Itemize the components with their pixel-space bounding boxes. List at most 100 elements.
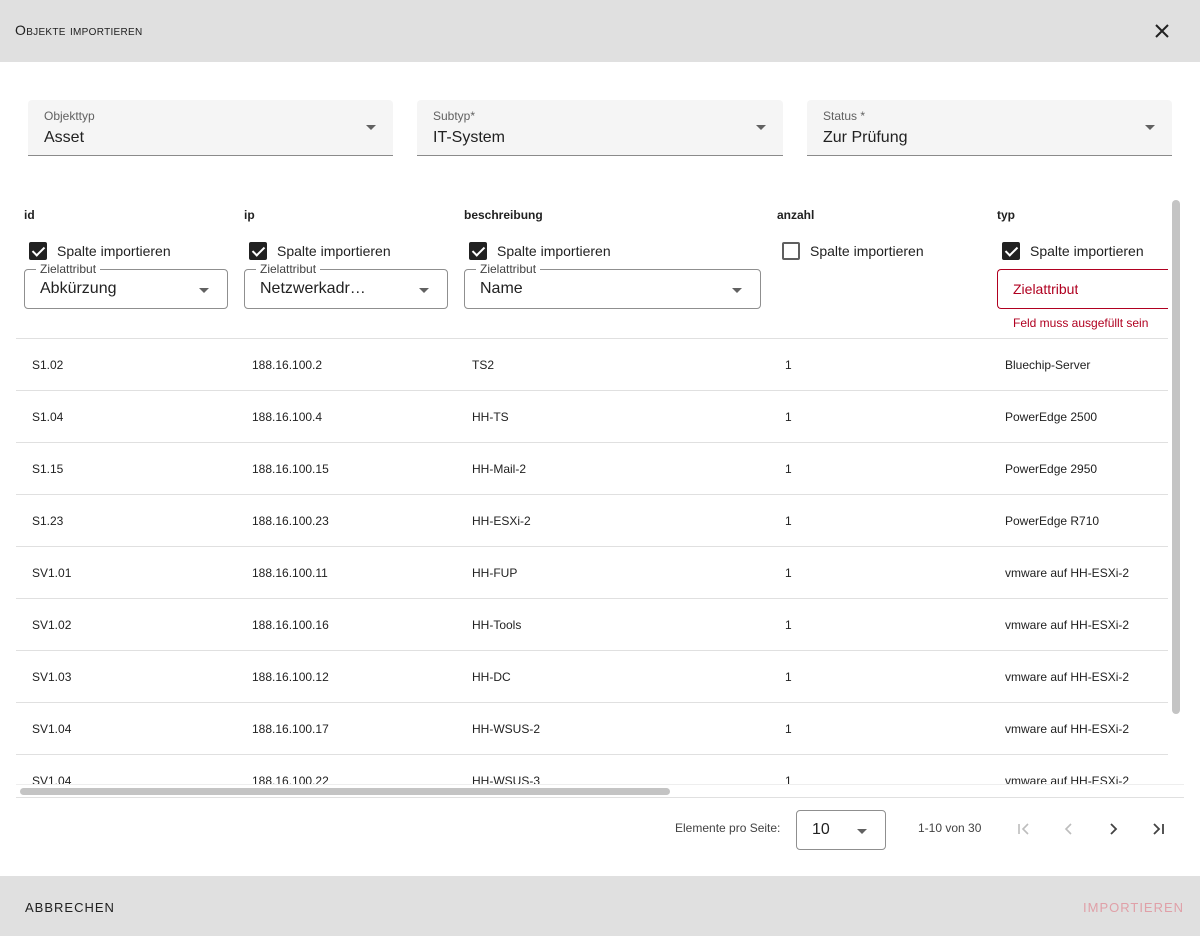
checkbox-checked-icon[interactable] [29,242,47,260]
cell-id: S1.15 [32,462,64,476]
page-range-label: 1-10 von 30 [918,821,982,835]
checkbox-label: Spalte importieren [497,243,611,259]
import-button[interactable]: IMPORTIEREN [1083,900,1184,915]
last-page-icon[interactable] [1146,817,1170,841]
table-row: S1.04 188.16.100.4 HH-TS 1 PowerEdge 250… [16,390,1168,442]
table-row: SV1.03 188.16.100.12 HH-DC 1 vmware auf … [16,650,1168,702]
column-header-anzahl: anzahl [777,208,815,222]
import-dialog: Objekte importieren Objekttyp Asset Subt… [0,0,1200,936]
chevron-down-icon [1145,125,1155,130]
cell-id: S1.02 [32,358,64,372]
import-column-checkbox-beschreibung[interactable]: Spalte importieren [469,242,611,260]
dialog-footer: ABBRECHEN IMPORTIEREN [0,876,1200,936]
dialog-header: Objekte importieren [0,0,1200,62]
page-size-value: 10 [812,821,830,838]
cell-beschreibung: HH-Mail-2 [472,462,526,476]
cell-ip: 188.16.100.12 [252,670,329,684]
cell-beschreibung: TS2 [472,358,495,372]
chevron-down-icon [857,829,867,834]
page-size-label: Elemente pro Seite: [675,821,781,835]
cell-typ: PowerEdge R710 [1005,514,1100,528]
import-table: id Spalte importieren Zielattribut Abkür… [16,198,1168,786]
cell-ip: 188.16.100.11 [252,566,328,580]
subtyp-select[interactable]: Subtyp* IT-System [417,100,783,156]
checkbox-label: Spalte importieren [57,243,171,259]
cell-typ: vmware auf HH-ESXi-2 [1005,670,1130,684]
status-value: Zur Prüfung [823,129,908,146]
cell-anzahl: 1 [785,462,792,476]
checkbox-checked-icon[interactable] [1002,242,1020,260]
table-row: S1.23 188.16.100.23 HH-ESXi-2 1 PowerEdg… [16,494,1168,546]
target-attribute-select-beschreibung[interactable]: Zielattribut Name [464,262,761,309]
chevron-down-icon [419,288,429,293]
cell-ip: 188.16.100.16 [252,618,329,632]
horizontal-scrollbar[interactable] [20,788,670,795]
cell-ip: 188.16.100.4 [252,410,323,424]
import-column-checkbox-anzahl[interactable]: Spalte importieren [782,242,924,260]
table-row: S1.15 188.16.100.15 HH-Mail-2 1 PowerEdg… [16,442,1168,494]
target-attribute-select-ip[interactable]: Zielattribut Netzwerkadr… [244,262,448,309]
cell-ip: 188.16.100.2 [252,358,323,372]
target-attribute-label: Zielattribut [256,262,321,276]
close-icon[interactable] [1150,19,1174,43]
cell-beschreibung: HH-WSUS-2 [472,722,540,736]
cancel-button[interactable]: ABBRECHEN [25,900,115,915]
vertical-scrollbar[interactable] [1172,200,1180,714]
column-header-id: id [24,208,35,222]
cell-id: S1.04 [32,410,64,424]
target-attribute-select-id[interactable]: Zielattribut Abkürzung [24,262,228,309]
subtyp-value: IT-System [433,129,506,146]
cell-beschreibung: HH-ESXi-2 [472,514,531,528]
import-column-checkbox-id[interactable]: Spalte importieren [29,242,171,260]
import-column-checkbox-ip[interactable]: Spalte importieren [249,242,391,260]
error-message: Feld muss ausgefüllt sein [1013,316,1149,330]
cell-beschreibung: HH-FUP [472,566,518,580]
checkbox-label: Spalte importieren [810,243,924,259]
cell-anzahl: 1 [785,618,792,632]
next-page-icon[interactable] [1101,817,1125,841]
checkbox-checked-icon[interactable] [249,242,267,260]
cell-typ: PowerEdge 2950 [1005,462,1098,476]
target-attribute-value: Netzwerkadr… [260,280,366,297]
checkbox-checked-icon[interactable] [469,242,487,260]
page-size-select[interactable]: 10 [796,810,886,850]
cell-ip: 188.16.100.15 [252,462,329,476]
chevron-down-icon [732,288,742,293]
cell-anzahl: 1 [785,358,792,372]
cell-id: SV1.04 [32,722,72,736]
column-header-beschreibung: beschreibung [464,208,543,222]
cell-beschreibung: HH-DC [472,670,511,684]
previous-page-icon[interactable] [1057,817,1081,841]
cell-anzahl: 1 [785,722,792,736]
cell-anzahl: 1 [785,410,792,424]
cell-beschreibung: HH-TS [472,410,509,424]
status-select[interactable]: Status * Zur Prüfung [807,100,1172,156]
cell-id: SV1.02 [32,618,72,632]
cell-typ: vmware auf HH-ESXi-2 [1005,566,1130,580]
table-row: S1.02 188.16.100.2 TS2 1 Bluechip-Server [16,338,1168,390]
target-attribute-label: Zielattribut [476,262,541,276]
table-row: SV1.01 188.16.100.11 HH-FUP 1 vmware auf… [16,546,1168,598]
checkbox-label: Spalte importieren [1030,243,1144,259]
cell-anzahl: 1 [785,514,792,528]
first-page-icon[interactable] [1012,817,1036,841]
cell-typ: PowerEdge 2500 [1005,410,1098,424]
cell-id: SV1.01 [32,566,72,580]
checkbox-label: Spalte importieren [277,243,391,259]
cell-id: SV1.03 [32,670,72,684]
checkbox-unchecked-icon[interactable] [782,242,800,260]
import-column-checkbox-typ[interactable]: Spalte importieren [1002,242,1144,260]
cell-typ: Bluechip-Server [1005,358,1091,372]
column-header-typ: typ [997,208,1015,222]
status-label: Status * [823,109,866,123]
objekttyp-select[interactable]: Objekttyp Asset [28,100,393,156]
target-attribute-label: Zielattribut [36,262,101,276]
table-row: SV1.04 188.16.100.17 HH-WSUS-2 1 vmware … [16,702,1168,754]
objekttyp-value: Asset [44,129,85,146]
target-attribute-select-typ[interactable]: Zielattribut [997,269,1168,309]
cell-anzahl: 1 [785,670,792,684]
dialog-title: Objekte importieren [15,22,143,38]
chevron-down-icon [756,125,766,130]
cell-ip: 188.16.100.23 [252,514,329,528]
target-attribute-value: Name [480,280,523,297]
